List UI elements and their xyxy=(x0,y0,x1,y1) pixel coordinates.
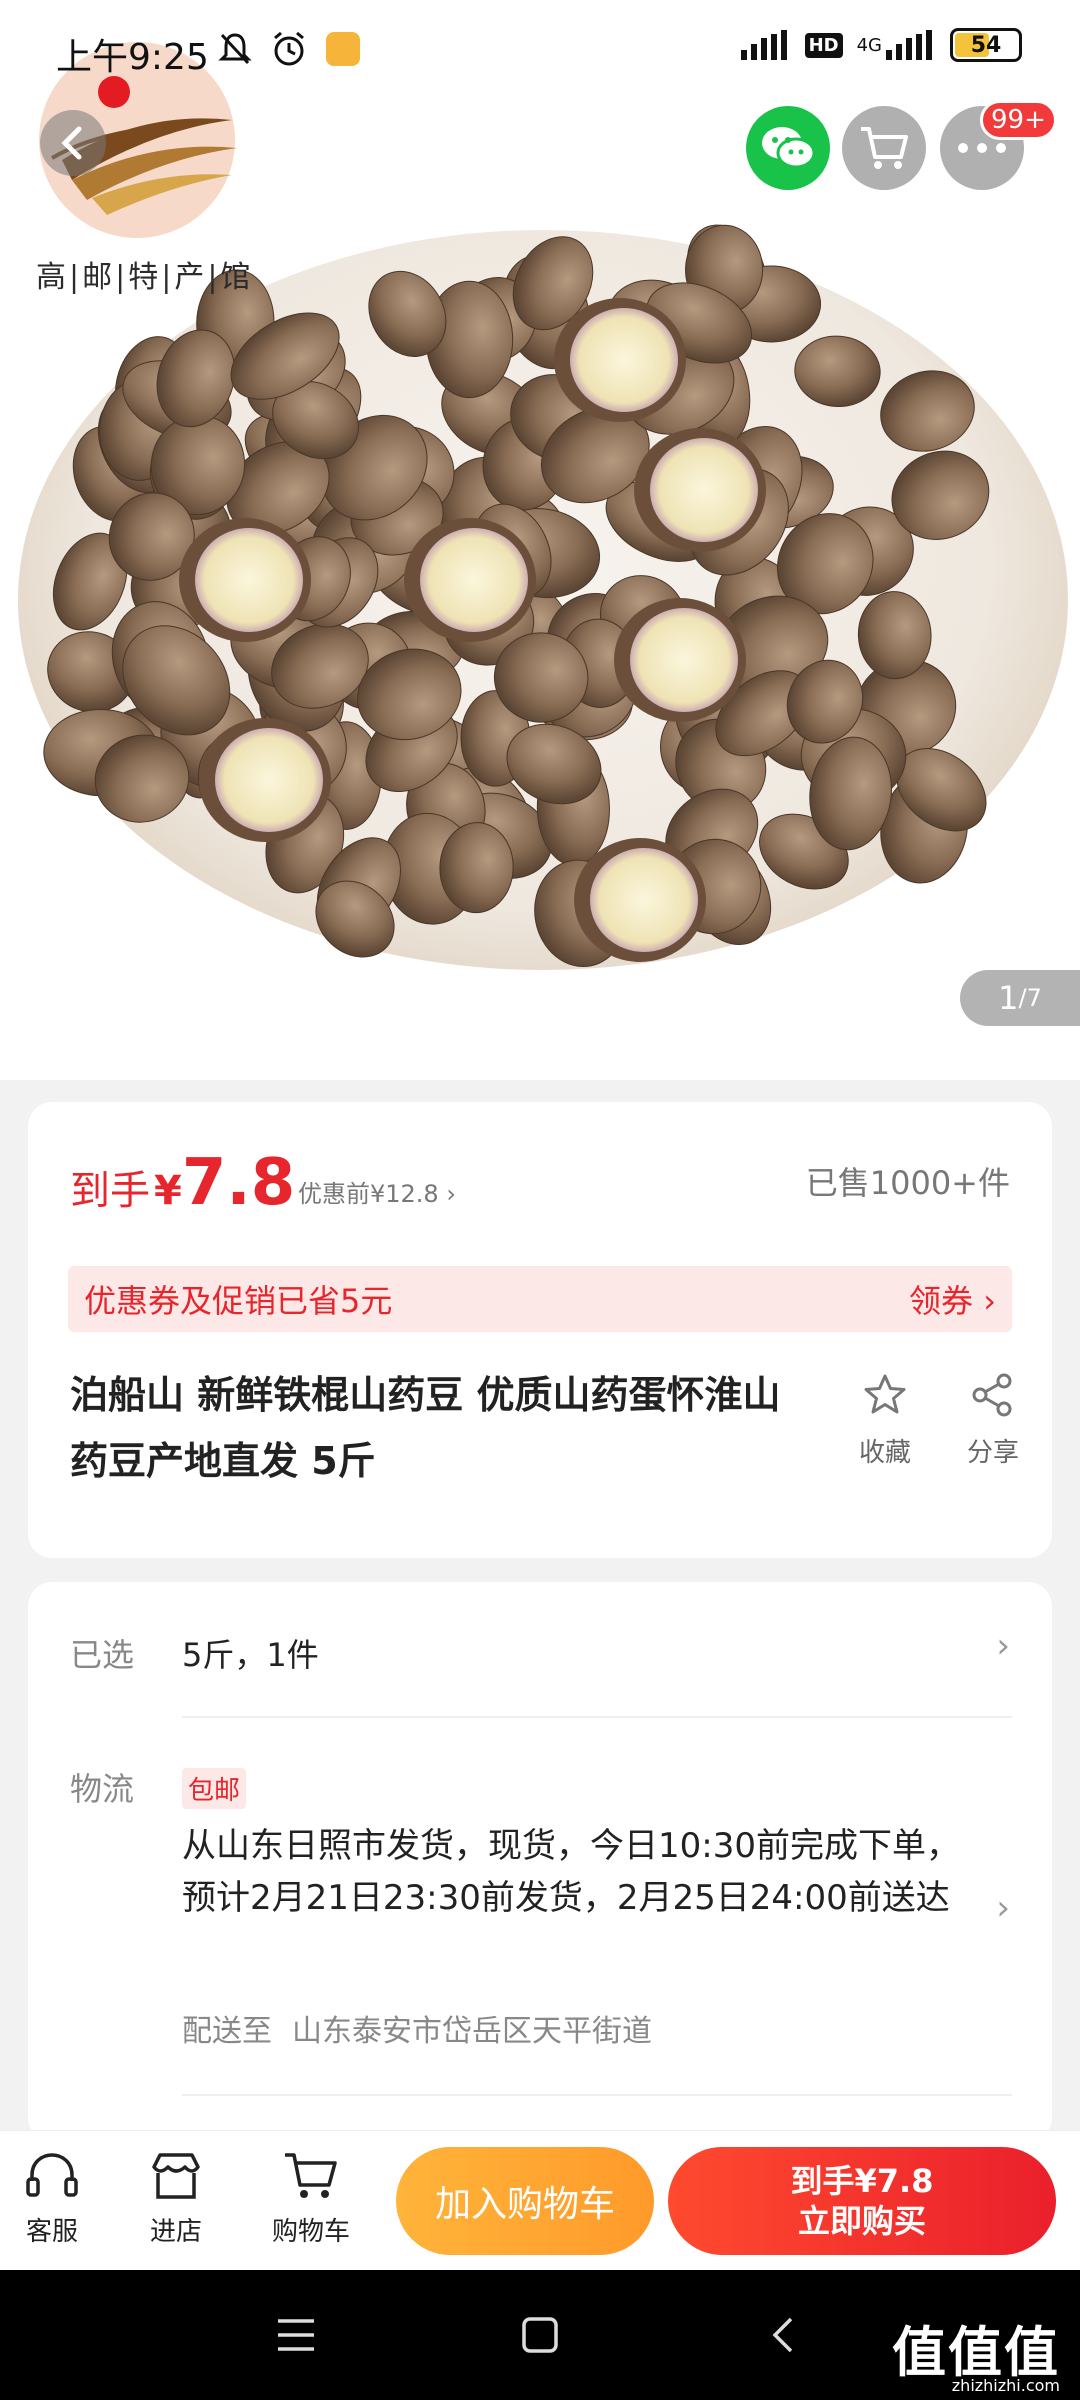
watermark-url: zhizhizhi.com xyxy=(951,2376,1060,2395)
destination-value: 山东泰安市岱岳区天平街道 xyxy=(292,2014,652,2049)
price-label: 到手 xyxy=(70,1168,150,1214)
price-amount: 7.8 xyxy=(181,1146,296,1220)
chevron-right-icon: › xyxy=(996,1626,1010,1666)
network-type: 4G xyxy=(856,34,882,56)
selection-value: 5斤，1件 xyxy=(182,1636,319,1674)
buy-now-button[interactable]: 到手¥7.8 立即购买 xyxy=(668,2147,1056,2255)
menu-icon xyxy=(278,2319,314,2351)
alarm-icon xyxy=(274,31,304,66)
image-pager: 1/7 xyxy=(960,970,1080,1026)
sold-count: 已售1000+件 xyxy=(805,1164,1010,1202)
pager-current: 1 xyxy=(998,979,1019,1017)
cart-shortcut-button[interactable] xyxy=(842,106,926,190)
status-time: 上午9:25 xyxy=(56,37,209,78)
hd-indicator: HD xyxy=(804,32,843,58)
price-card: 到手 ¥ 7.8 优惠前¥12.8 › 已售1000+件 优惠券及促销已省5元 … xyxy=(28,1102,1052,1558)
claim-coupon-button[interactable]: 领券 › xyxy=(909,1276,996,1322)
product-title: 泊船山 新鲜铁棍山药豆 优质山药蛋怀淮山药豆产地直发 5斤 xyxy=(70,1373,781,1483)
destination-label: 配送至 xyxy=(182,2014,272,2049)
recent-apps-button[interactable] xyxy=(266,2310,326,2360)
product-detail-page: 高|邮|特|产|馆 1/7 上午9:25 HD 4G 54 99+ 到手 ¥ 7… xyxy=(0,0,1080,2400)
cart-icon xyxy=(285,2153,337,2198)
status-bar: 上午9:25 HD 4G 54 xyxy=(0,0,1080,100)
delivery-destination: 配送至 山东泰安市岱岳区天平街道 xyxy=(182,2006,652,2050)
coupon-text: 优惠券及促销已省5元 xyxy=(84,1282,393,1320)
chevron-left-icon xyxy=(61,126,82,160)
favorite-label: 收藏 xyxy=(858,1438,911,1468)
buy-now-price: 到手¥7.8 xyxy=(790,2162,934,2200)
wechat-share-button[interactable] xyxy=(746,106,830,190)
price-currency: ¥ xyxy=(154,1168,182,1214)
service-label: 客服 xyxy=(25,2217,78,2247)
share-button[interactable]: 分享 xyxy=(948,1372,1038,1469)
mute-bell-icon xyxy=(218,33,252,65)
chevron-right-icon: › xyxy=(996,1888,1010,1928)
bottom-action-bar: 客服 进店 购物车 加入购物车 到手¥7.8 立即购买 xyxy=(0,2130,1080,2270)
options-card: 已选 5斤，1件 › 物流 包邮 从山东日照市发货，现货，今日10:30前完成下… xyxy=(28,1582,1052,2142)
home-square-icon xyxy=(522,2317,558,2353)
selection-label: 已选 xyxy=(70,1636,135,1674)
more-dots-icon xyxy=(958,143,1006,153)
add-to-cart-button[interactable]: 加入购物车 xyxy=(396,2147,654,2255)
divider xyxy=(182,1716,1012,1718)
favorite-button[interactable]: 收藏 xyxy=(840,1372,930,1469)
original-price-link[interactable]: 优惠前¥12.8 › xyxy=(298,1174,456,1209)
cart-label: 购物车 xyxy=(272,2217,351,2247)
buy-now-label: 立即购买 xyxy=(797,2202,926,2240)
headset-icon xyxy=(26,2153,78,2197)
logistics-label: 物流 xyxy=(70,1770,135,1808)
store-label: 进店 xyxy=(149,2217,202,2247)
store-icon xyxy=(152,2153,200,2199)
notification-badge: 99+ xyxy=(980,100,1057,140)
cart-button[interactable]: 购物车 xyxy=(272,2151,350,2248)
pager-total: /7 xyxy=(1018,984,1042,1012)
shop-logo-text: 高|邮|特|产|馆 xyxy=(36,260,254,295)
back-button[interactable] xyxy=(40,110,106,176)
share-icon xyxy=(972,1373,1012,1417)
home-button[interactable] xyxy=(510,2310,570,2360)
divider xyxy=(182,2094,1012,2096)
system-back-button[interactable] xyxy=(754,2310,814,2360)
customer-service-button[interactable]: 客服 xyxy=(24,2151,80,2248)
cart-icon xyxy=(861,127,908,169)
signal-icon xyxy=(740,30,787,60)
back-arrow-icon xyxy=(772,2317,793,2353)
wechat-icon xyxy=(762,127,816,169)
battery-level: 54 xyxy=(970,32,1002,58)
enter-store-button[interactable]: 进店 xyxy=(148,2151,204,2248)
free-shipping-tag: 包邮 xyxy=(182,1768,247,1809)
battery-icon: 54 xyxy=(950,28,1022,62)
coupon-banner[interactable]: 优惠券及促销已省5元 领券 › xyxy=(68,1266,1012,1332)
app-notification-icon xyxy=(326,32,360,66)
share-label: 分享 xyxy=(966,1438,1019,1468)
signal-4g-icon xyxy=(886,30,932,60)
star-icon xyxy=(864,1374,906,1414)
final-price: 到手 ¥ 7.8 xyxy=(70,1146,295,1220)
shipping-detail: 从山东日照市发货，现货，今日10:30前完成下单，预计2月21日23:30前发货… xyxy=(182,1826,960,1918)
